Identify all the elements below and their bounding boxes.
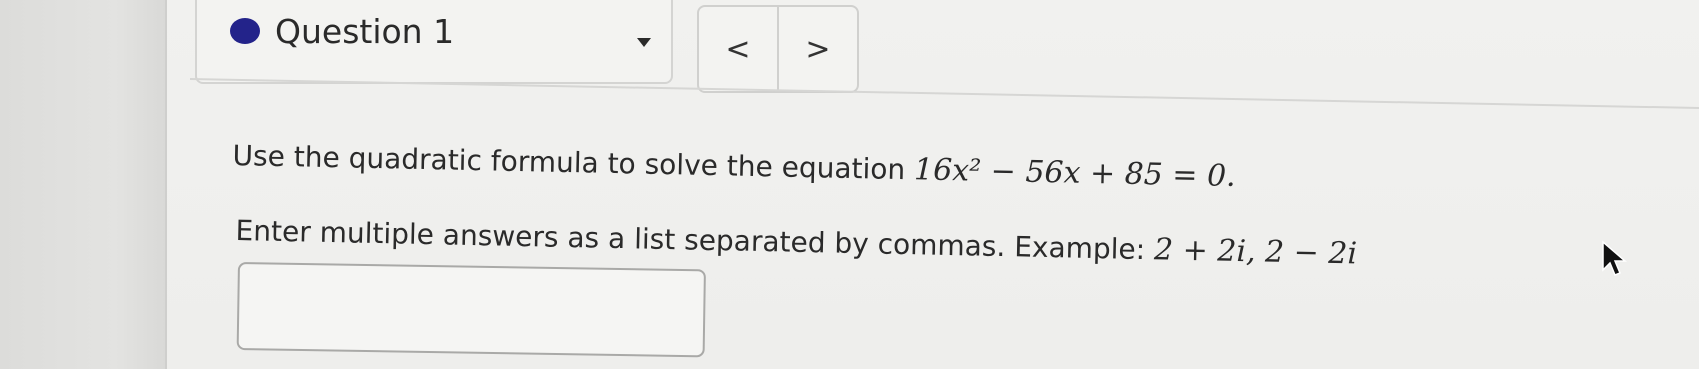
caret-down-icon[interactable] bbox=[637, 38, 651, 47]
example-answer: 2 + 2i, 2 − 2i bbox=[1153, 232, 1358, 272]
question-selector[interactable]: Question 1 bbox=[195, 0, 673, 84]
question-navigation: < > bbox=[697, 5, 859, 93]
question-status-dot bbox=[230, 18, 260, 44]
next-question-button[interactable]: > bbox=[779, 7, 857, 91]
equation: 16x² − 56x + 85 = 0. bbox=[913, 152, 1237, 195]
mouse-pointer-icon bbox=[1602, 240, 1628, 276]
answer-input[interactable] bbox=[236, 262, 706, 358]
previous-question-button[interactable]: < bbox=[699, 7, 779, 91]
question-label: Question 1 bbox=[275, 12, 455, 51]
left-margin bbox=[0, 0, 167, 369]
